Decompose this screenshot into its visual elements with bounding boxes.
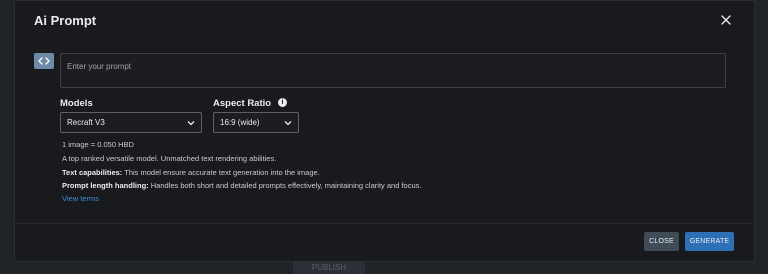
prompt-length-label: Prompt length handling:	[62, 181, 149, 190]
text-capabilities-label: Text capabilities:	[62, 168, 123, 177]
model-select-value: Recraft V3	[67, 118, 105, 127]
view-terms-link[interactable]: View terms	[62, 194, 99, 203]
aspect-ratio-select[interactable]: 16:9 (wide)	[213, 112, 299, 133]
text-capabilities: Text capabilities: This model ensure acc…	[62, 168, 320, 177]
prompt-length-value: Handles both short and detailed prompts …	[148, 181, 422, 190]
modal-title: Ai Prompt	[34, 13, 97, 28]
close-icon[interactable]	[719, 13, 733, 27]
models-label: Models	[60, 98, 93, 109]
code-toggle-button[interactable]	[34, 53, 54, 69]
ai-prompt-modal: Ai Prompt Models Recraft V3 Aspect Ratio…	[14, 0, 755, 262]
close-button[interactable]: CLOSE	[644, 232, 679, 251]
background-publish-button: PUBLISH	[293, 262, 365, 274]
chevron-down-icon	[284, 119, 292, 129]
aspect-ratio-select-value: 16:9 (wide)	[220, 118, 260, 127]
model-description: A top ranked versatile model. Unmatched …	[62, 154, 277, 163]
info-icon[interactable]: i	[278, 98, 287, 107]
footer-divider	[15, 223, 754, 224]
prompt-length-handling: Prompt length handling: Handles both sho…	[62, 181, 421, 190]
cost-text: 1 image = 0.050 HBD	[62, 140, 134, 149]
aspect-ratio-label: Aspect Ratio	[213, 98, 272, 109]
text-capabilities-value: This model ensure accurate text generati…	[122, 168, 320, 177]
chevron-down-icon	[187, 119, 195, 129]
generate-button[interactable]: GENERATE	[685, 232, 734, 251]
code-icon	[38, 52, 50, 70]
prompt-input[interactable]	[60, 53, 726, 88]
model-select[interactable]: Recraft V3	[60, 112, 202, 133]
